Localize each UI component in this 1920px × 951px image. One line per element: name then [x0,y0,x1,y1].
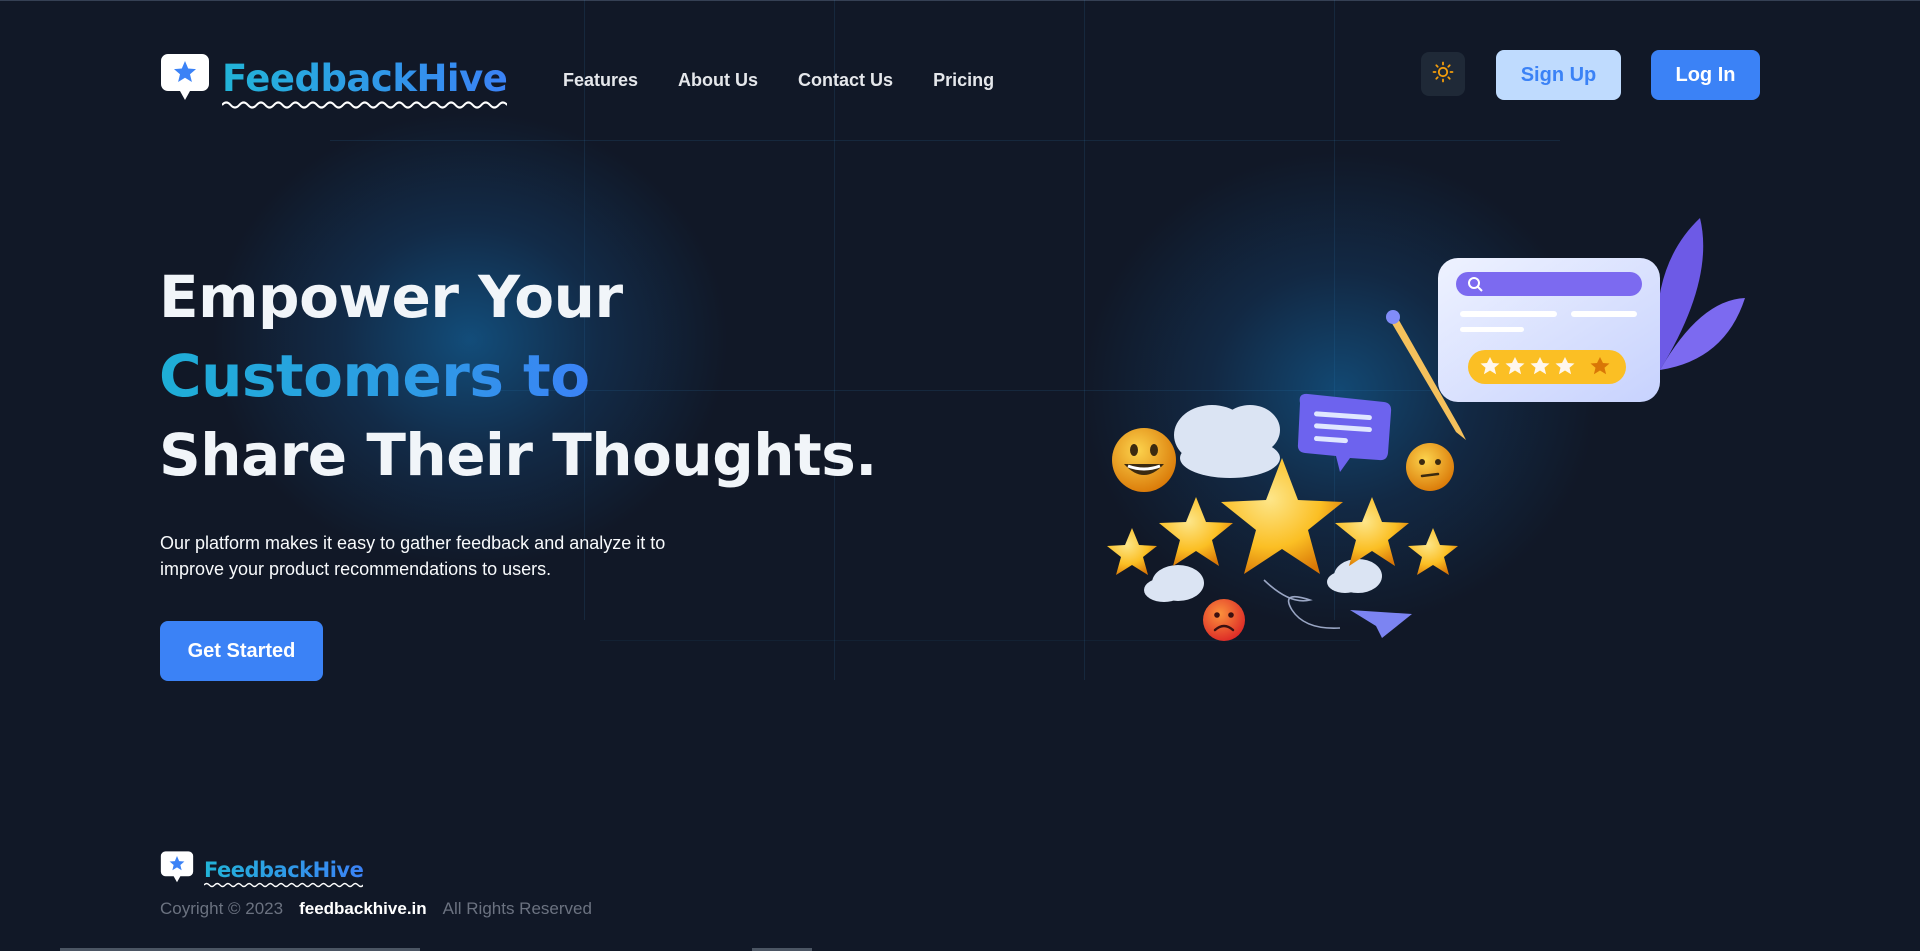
hero-title-line-3: Share Their Thoughts. [159,421,877,489]
sign-up-button[interactable]: Sign Up [1496,50,1621,100]
hero-title-line-1: Empower Your [159,263,623,331]
hero-title: Empower Your Customers to Share Their Th… [159,258,877,495]
chat-bubble-icon [1297,393,1392,472]
get-started-button[interactable]: Get Started [160,621,323,681]
neutral-face-icon [1406,443,1454,491]
brand-logo[interactable]: FeedbackHive [160,52,508,109]
nav-pricing[interactable]: Pricing [933,70,994,91]
star-chat-bubble-icon [160,52,210,104]
leaf-icon [1656,218,1745,370]
review-card-icon [1438,258,1660,402]
smiley-face-icon [1112,428,1176,492]
nav-contact-us[interactable]: Contact Us [798,70,893,91]
hero-description: Our platform makes it easy to gather fee… [160,533,666,579]
nav-features[interactable]: Features [563,70,638,91]
grid-line [330,140,1560,141]
footer-domain-link[interactable]: feedbackhive.in [299,899,427,919]
sad-face-icon [1203,599,1245,641]
site-header: FeedbackHive Features About Us Contact U… [0,0,1920,140]
footer-brand-logo[interactable]: FeedbackHive [160,850,364,890]
hero-title-line-2: Customers to [159,342,590,410]
footer-brand-name: FeedbackHive [204,858,364,888]
footer-copyright: Coyright © 2023 feedbackhive.in All Righ… [160,899,592,919]
log-in-button[interactable]: Log In [1651,50,1760,100]
footer-brand-wave-underline [204,882,364,888]
nav-about-us[interactable]: About Us [678,70,758,91]
copyright-text: Coyright © 2023 [160,899,284,918]
main-nav: Features About Us Contact Us Pricing [563,70,994,91]
sun-icon [1432,61,1454,88]
brand-name: FeedbackHive [222,57,508,109]
rights-text: All Rights Reserved [442,899,592,918]
theme-toggle-button[interactable] [1421,52,1465,96]
feedback-illustration [1100,210,1750,650]
star-chat-bubble-icon [160,850,194,890]
brand-wave-underline [222,100,508,109]
